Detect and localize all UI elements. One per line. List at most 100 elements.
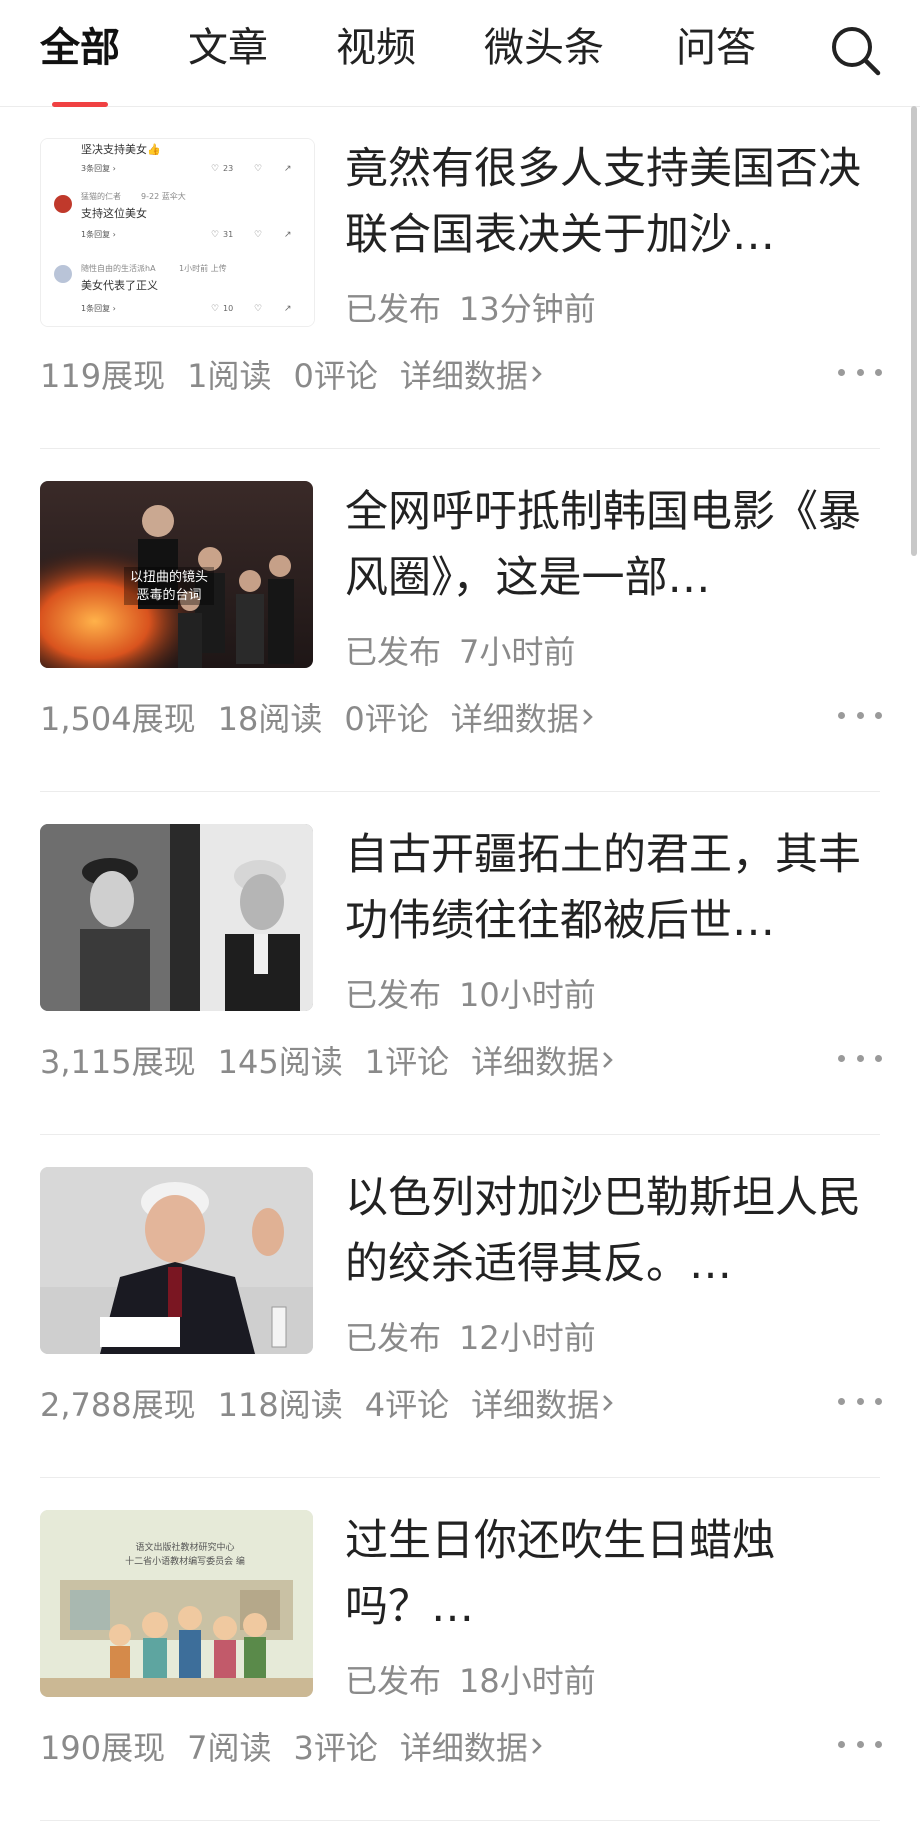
detail-data-link[interactable]: 详细数据: [471, 1037, 617, 1083]
article-thumbnail[interactable]: 以扭曲的镜头 恶毒的台词: [40, 481, 313, 668]
publish-time: 7小时前: [459, 633, 576, 671]
chevron-right-icon: [531, 1738, 542, 1754]
reads-count: 118阅读: [217, 1386, 343, 1424]
article-item[interactable]: 坚决支持美女👍 3条回复 › ♡ 23 ♡ ↗ 猛猫的仁者 9-22 蓝伞大 支…: [0, 106, 920, 449]
svg-text:↗: ↗: [284, 304, 292, 314]
speaker-photo: [40, 1167, 313, 1354]
detail-data-label: 详细数据: [399, 357, 528, 395]
svg-text:♡: ♡: [211, 304, 219, 314]
publish-time: 12小时前: [459, 1319, 596, 1357]
detail-data-link[interactable]: 详细数据: [471, 1380, 617, 1426]
publish-info: 已发布 13分钟前: [345, 284, 614, 330]
comments-count: 3评论: [293, 1729, 378, 1767]
svg-text:十二省小语教材编写委员会 编: 十二省小语教材编写委员会 编: [125, 1555, 245, 1567]
svg-text:坚决支持美女👍: 坚决支持美女👍: [81, 142, 161, 156]
svg-text:10: 10: [223, 304, 233, 313]
article-thumbnail[interactable]: [40, 824, 313, 1011]
black-and-white-photo: [40, 824, 313, 1011]
views-count: 3,115展现: [40, 1043, 196, 1081]
article-item[interactable]: 语文出版社教材研究中心 十二省小语教材编写委员会 编 过生日你还吹生日蜡烛吗？…: [0, 1478, 920, 1821]
article-title[interactable]: 过生日你还吹生日蜡烛吗？…: [345, 1508, 877, 1640]
more-options-icon[interactable]: [838, 1050, 882, 1066]
reads-count: 145阅读: [217, 1043, 343, 1081]
article-title[interactable]: 以色列对加沙巴勒斯坦人民的绞杀适得其反。…: [345, 1165, 877, 1297]
svg-text:♡: ♡: [254, 164, 262, 174]
comments-count: 0评论: [293, 357, 378, 395]
article-thumbnail[interactable]: [40, 1167, 313, 1354]
views-count: 119展现: [40, 357, 166, 395]
svg-text:♡: ♡: [211, 164, 219, 174]
detail-data-label: 详细数据: [399, 1729, 528, 1767]
svg-text:1条回复 ›: 1条回复 ›: [81, 229, 116, 239]
svg-text:支持这位美女: 支持这位美女: [81, 206, 147, 220]
publish-time: 13分钟前: [459, 290, 596, 328]
publish-time: 10小时前: [459, 976, 596, 1014]
comments-count: 4评论: [364, 1386, 450, 1424]
more-options-icon[interactable]: [838, 364, 882, 380]
svg-text:美女代表了正义: 美女代表了正义: [81, 278, 158, 292]
article-list: 坚决支持美女👍 3条回复 › ♡ 23 ♡ ↗ 猛猫的仁者 9-22 蓝伞大 支…: [0, 106, 920, 1821]
detail-data-label: 详细数据: [450, 700, 579, 738]
svg-text:↗: ↗: [284, 164, 292, 174]
detail-data-link[interactable]: 详细数据: [451, 694, 597, 740]
tab-all[interactable]: 全部: [40, 22, 120, 74]
tab-qa[interactable]: 问答: [676, 22, 756, 74]
publish-status: 已发布: [345, 1662, 442, 1700]
svg-text:9-22 蓝伞大: 9-22 蓝伞大: [141, 191, 186, 201]
svg-text:♡: ♡: [211, 230, 219, 240]
chevron-right-icon: [603, 1052, 613, 1068]
publish-info: 已发布 18小时前: [345, 1656, 614, 1702]
publish-time: 18小时前: [459, 1662, 596, 1700]
article-stats: 1,504展现 18阅读 0评论 详细数据: [40, 694, 597, 740]
more-options-icon[interactable]: [838, 1393, 882, 1409]
svg-text:♡: ♡: [254, 304, 262, 314]
tab-articles[interactable]: 文章: [188, 22, 268, 74]
publish-info: 已发布 10小时前: [345, 970, 614, 1016]
svg-text:恶毒的台词: 恶毒的台词: [136, 587, 201, 603]
comments-count: 1评论: [364, 1043, 450, 1081]
svg-text:语文出版社教材研究中心: 语文出版社教材研究中心: [135, 1541, 234, 1553]
article-stats: 119展现 1阅读 0评论 详细数据: [40, 351, 546, 397]
svg-text:随性自由的生活派hA: 随性自由的生活派hA: [81, 263, 156, 273]
chevron-right-icon: [531, 366, 542, 382]
svg-text:猛猫的仁者: 猛猫的仁者: [81, 191, 121, 201]
svg-text:♡: ♡: [254, 230, 262, 240]
article-stats: 3,115展现 145阅读 1评论 详细数据: [40, 1037, 617, 1083]
svg-text:↗: ↗: [284, 230, 292, 240]
publish-status: 已发布: [345, 1319, 442, 1357]
svg-text:23: 23: [223, 164, 233, 173]
detail-data-link[interactable]: 详细数据: [400, 351, 546, 397]
svg-text:1条回复 ›: 1条回复 ›: [81, 303, 116, 313]
article-thumbnail[interactable]: 语文出版社教材研究中心 十二省小语教材编写委员会 编: [40, 1510, 313, 1697]
tab-bar: 全部 文章 视频 微头条 问答: [0, 0, 920, 107]
more-options-icon[interactable]: [838, 1736, 882, 1752]
tab-micro-headlines[interactable]: 微头条: [484, 22, 604, 74]
svg-text:以扭曲的镜头: 以扭曲的镜头: [130, 569, 208, 585]
article-title[interactable]: 竟然有很多人支持美国否决联合国表决关于加沙…: [345, 136, 877, 268]
divider: [40, 1820, 880, 1821]
chevron-right-icon: [582, 709, 593, 725]
comments-count: 0评论: [344, 700, 429, 738]
article-item[interactable]: 以色列对加沙巴勒斯坦人民的绞杀适得其反。… 已发布 12小时前 2,788展现 1…: [0, 1135, 920, 1478]
movie-poster-image: 以扭曲的镜头 恶毒的台词: [40, 481, 313, 668]
publish-status: 已发布: [345, 290, 442, 328]
tab-videos[interactable]: 视频: [336, 22, 416, 74]
views-count: 190展现: [40, 1729, 166, 1767]
publish-info: 已发布 7小时前: [345, 627, 593, 673]
detail-data-link[interactable]: 详细数据: [400, 1723, 546, 1769]
comment-screenshot-image: 坚决支持美女👍 3条回复 › ♡ 23 ♡ ↗ 猛猫的仁者 9-22 蓝伞大 支…: [41, 139, 314, 326]
article-item[interactable]: 自古开疆拓土的君王，其丰功伟绩往往都被后世… 已发布 10小时前 3,115展现 …: [0, 792, 920, 1135]
chevron-right-icon: [603, 1395, 613, 1411]
search-icon[interactable]: [828, 22, 884, 78]
article-item[interactable]: 以扭曲的镜头 恶毒的台词 全网呼吁抵制韩国电影《暴风圈》，这是一部… 已发布 7小…: [0, 449, 920, 792]
article-title[interactable]: 自古开疆拓土的君王，其丰功伟绩往往都被后世…: [345, 822, 877, 954]
svg-text:1小时前 上传: 1小时前 上传: [179, 263, 227, 273]
more-options-icon[interactable]: [838, 707, 882, 723]
detail-data-label: 详细数据: [471, 1386, 600, 1424]
article-title[interactable]: 全网呼吁抵制韩国电影《暴风圈》，这是一部…: [345, 479, 877, 611]
views-count: 2,788展现: [40, 1386, 196, 1424]
article-thumbnail[interactable]: 坚决支持美女👍 3条回复 › ♡ 23 ♡ ↗ 猛猫的仁者 9-22 蓝伞大 支…: [40, 138, 315, 327]
article-stats: 190展现 7阅读 3评论 详细数据: [40, 1723, 546, 1769]
textbook-illustration: 语文出版社教材研究中心 十二省小语教材编写委员会 编: [40, 1510, 313, 1697]
publish-status: 已发布: [345, 976, 442, 1014]
